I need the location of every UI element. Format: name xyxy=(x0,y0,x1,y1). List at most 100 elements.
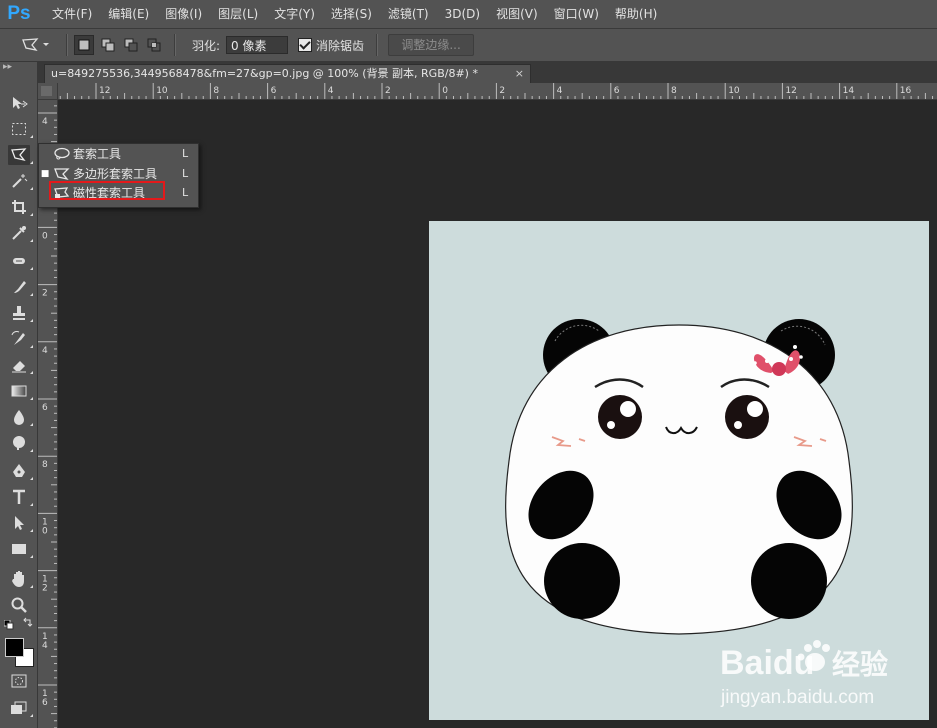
baidu-jingyan-watermark: Baidu 经验 jingyan.baidu.com xyxy=(720,630,930,710)
new-selection-button[interactable] xyxy=(74,35,94,55)
hand-icon xyxy=(12,571,24,587)
menu-file[interactable]: 文件(F) xyxy=(44,0,100,28)
ruler-label: 2 xyxy=(42,584,48,594)
watermark-brand-cn: 经验 xyxy=(832,648,888,681)
ruler-label: 6 xyxy=(271,86,277,96)
screen-mode-icon xyxy=(11,701,27,714)
foreground-color-swatch[interactable] xyxy=(5,638,24,657)
ruler-label: 16 xyxy=(900,86,912,96)
flyout-item-label: 套索工具 xyxy=(73,147,122,161)
menu-bar: Ps 文件(F) 编辑(E) 图像(I) 图层(L) 文字(Y) 选择(S) 滤… xyxy=(0,0,937,29)
marquee-tool[interactable] xyxy=(8,119,33,139)
horizontal-ruler-ticks: 12 10 8 6 4 2 0 2 4 6 8 10 12 14 16 xyxy=(59,83,934,99)
zoom-icon xyxy=(11,597,27,613)
ruler-label: 4 xyxy=(42,346,48,356)
subtract-from-selection-button[interactable] xyxy=(122,36,140,54)
ruler-label: 2 xyxy=(385,86,391,96)
menu-select[interactable]: 选择(S) xyxy=(323,0,380,28)
new-selection-icon xyxy=(78,39,90,51)
antialias-label: 消除锯齿 xyxy=(316,38,365,53)
magic-wand-tool[interactable] xyxy=(8,171,33,191)
path-selection-tool[interactable] xyxy=(8,513,33,533)
chevron-down-icon xyxy=(43,43,49,46)
ruler-label: 8 xyxy=(42,460,48,470)
shape-tool[interactable] xyxy=(8,539,33,559)
refine-edge-button[interactable]: 调整边缘... xyxy=(388,34,475,56)
rectangle-icon xyxy=(12,544,26,554)
selected-indicator: ■ xyxy=(40,168,50,179)
menu-type[interactable]: 文字(Y) xyxy=(266,0,323,28)
history-brush-icon xyxy=(11,331,25,345)
document-tab-bar: u=849275536,3449568478&fm=27&gp=0.jpg @ … xyxy=(38,62,937,83)
healing-brush-tool[interactable] xyxy=(8,251,33,271)
collapse-arrows-icon[interactable]: ▸▸ xyxy=(0,62,37,74)
ruler-label: 4 xyxy=(42,641,48,651)
marquee-icon xyxy=(12,123,26,135)
antialias-checkbox[interactable] xyxy=(298,38,313,52)
pen-icon xyxy=(13,464,25,477)
quick-mask-button[interactable] xyxy=(8,671,30,691)
eraser-tool[interactable] xyxy=(8,355,33,375)
ruler-label: 4 xyxy=(42,117,48,127)
clone-stamp-icon xyxy=(13,306,25,320)
dodge-tool[interactable] xyxy=(8,433,33,453)
horizontal-ruler[interactable]: 12 10 8 6 4 2 0 2 4 6 8 10 12 14 16 xyxy=(58,83,937,100)
default-colors-icon[interactable] xyxy=(3,619,14,630)
intersect-selection-button[interactable] xyxy=(145,36,163,54)
pen-tool[interactable] xyxy=(8,461,33,481)
blur-tool[interactable] xyxy=(8,407,33,427)
flyout-item-shortcut: L xyxy=(182,167,189,180)
options-bar: 羽化: 0 像素 消除锯齿 调整边缘... xyxy=(0,29,937,62)
menu-3d[interactable]: 3D(D) xyxy=(437,0,488,28)
brush-icon xyxy=(14,281,26,293)
ruler-label: 10 xyxy=(156,86,168,96)
subtract-from-selection-icon xyxy=(124,38,138,52)
ruler-label: 6 xyxy=(614,86,620,96)
screen-mode-button[interactable] xyxy=(8,698,33,718)
photoshop-logo: Ps xyxy=(7,3,31,24)
path-selection-icon xyxy=(15,516,24,530)
zoom-tool[interactable] xyxy=(8,595,30,615)
ruler-label: 6 xyxy=(42,698,48,708)
add-to-selection-button[interactable] xyxy=(99,36,117,54)
clone-stamp-tool[interactable] xyxy=(8,303,33,323)
gradient-tool[interactable] xyxy=(8,381,33,401)
menu-window[interactable]: 窗口(W) xyxy=(546,0,607,28)
menu-view[interactable]: 视图(V) xyxy=(488,0,546,28)
ruler-label: 8 xyxy=(671,86,677,96)
separator xyxy=(376,34,379,56)
ruler-origin[interactable] xyxy=(38,83,58,100)
lasso-icon xyxy=(54,147,70,160)
lasso-tool[interactable] xyxy=(8,145,33,165)
flyout-item-label: 多边形套索工具 xyxy=(73,167,158,181)
watermark-url: jingyan.baidu.com xyxy=(720,687,874,708)
menu-edit[interactable]: 编辑(E) xyxy=(100,0,157,28)
ruler-label: 4 xyxy=(557,86,563,96)
menu-filter[interactable]: 滤镜(T) xyxy=(380,0,437,28)
flyout-item-lasso[interactable]: 套索工具 L xyxy=(39,144,198,163)
swap-colors-icon[interactable] xyxy=(22,617,34,629)
menu-layer[interactable]: 图层(L) xyxy=(210,0,266,28)
close-icon[interactable]: × xyxy=(515,65,524,83)
hand-tool[interactable] xyxy=(8,569,33,589)
tool-preset-picker[interactable] xyxy=(20,36,60,54)
ruler-label: 12 xyxy=(99,86,110,96)
move-tool[interactable] xyxy=(8,93,30,113)
panda-left-eye xyxy=(598,395,642,439)
eyedropper-tool[interactable] xyxy=(8,223,33,243)
type-tool[interactable] xyxy=(8,487,33,507)
document-tab[interactable]: u=849275536,3449568478&fm=27&gp=0.jpg @ … xyxy=(44,64,531,83)
eyedropper-icon xyxy=(12,226,26,240)
menu-image[interactable]: 图像(I) xyxy=(157,0,210,28)
brush-tool[interactable] xyxy=(8,277,33,297)
history-brush-tool[interactable] xyxy=(8,329,33,349)
ruler-label: 14 xyxy=(843,86,855,96)
feather-label: 羽化: xyxy=(192,38,221,53)
crop-tool[interactable] xyxy=(8,197,33,217)
ruler-label: 0 xyxy=(442,86,448,96)
highlight-annotation-box xyxy=(49,181,165,200)
feather-input[interactable]: 0 像素 xyxy=(226,36,289,54)
ruler-label: 10 xyxy=(728,86,740,96)
panda-right-eye xyxy=(725,395,769,439)
menu-help[interactable]: 帮助(H) xyxy=(607,0,665,28)
